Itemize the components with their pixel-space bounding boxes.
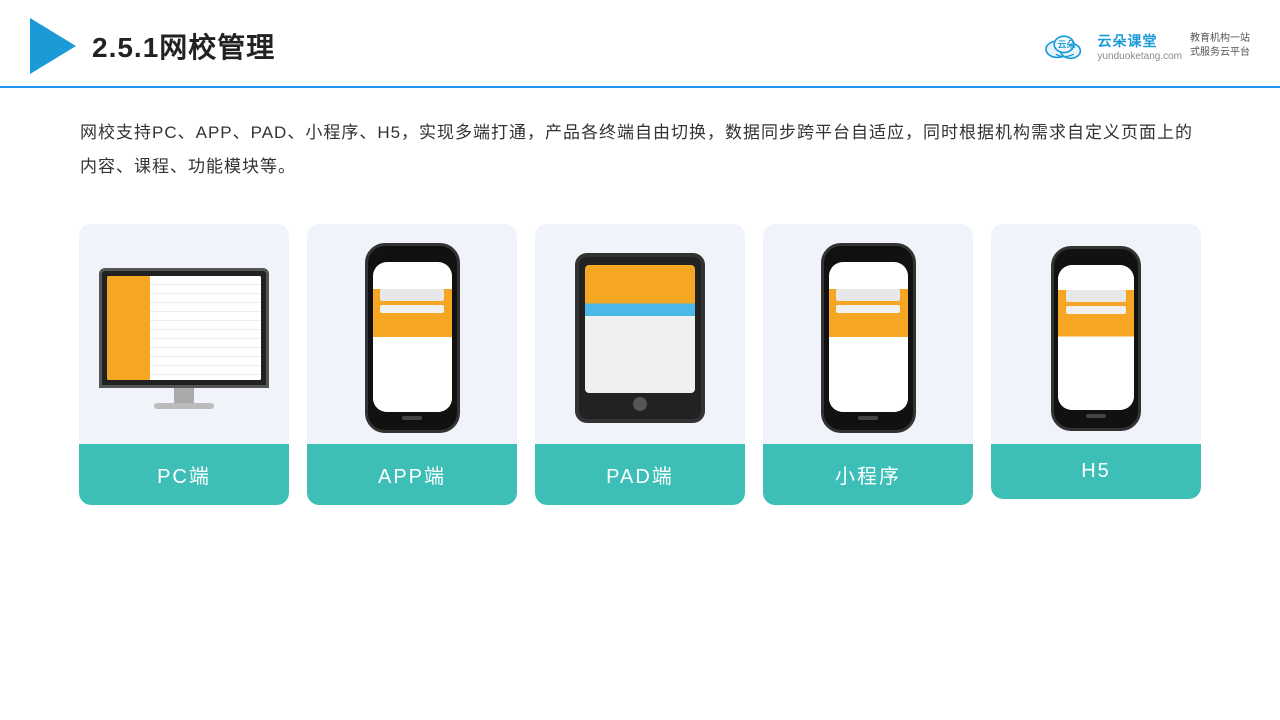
brand-url: yunduoketang.com — [1097, 51, 1182, 62]
brand-name: 云朵课堂 — [1097, 31, 1157, 51]
tablet-mockup — [575, 253, 705, 423]
pc-image-area — [79, 224, 289, 444]
device-cards-container: PC端 APP端 PAD端 — [0, 194, 1280, 525]
device-card-h5: H5 — [991, 224, 1201, 499]
device-card-pc: PC端 — [79, 224, 289, 505]
cloud-logo-icon: 云朵 — [1039, 28, 1089, 64]
device-card-app: APP端 — [307, 224, 517, 505]
monitor-screen-inner — [107, 276, 261, 380]
header-left: 2.5.1网校管理 — [30, 18, 275, 74]
description-text: 网校支持PC、APP、PAD、小程序、H5，实现多端打通，产品各终端自由切换，数… — [0, 88, 1280, 194]
pad-image-area — [535, 224, 745, 444]
phone-notch — [397, 252, 427, 260]
tablet-home-button — [633, 397, 647, 411]
phone-home-bar-3 — [1086, 414, 1106, 418]
monitor-screen-content — [107, 276, 261, 380]
tablet-screen — [585, 265, 695, 393]
app-phone-screen — [373, 262, 452, 412]
phone-home-bar-2 — [858, 416, 878, 420]
h5-screen-content — [1058, 290, 1134, 409]
miniprogram-label: 小程序 — [763, 444, 973, 505]
miniprogram-screen — [829, 262, 908, 412]
h5-image-area — [991, 224, 1201, 444]
app-screen-content — [373, 289, 452, 412]
app-image-area — [307, 224, 517, 444]
logo-triangle-icon — [30, 18, 76, 74]
device-card-pad: PAD端 — [535, 224, 745, 505]
page-title: 2.5.1网校管理 — [92, 26, 275, 66]
h5-label: H5 — [991, 444, 1201, 499]
pad-label: PAD端 — [535, 444, 745, 505]
app-phone-mockup — [365, 243, 460, 433]
brand-logo: 云朵 云朵课堂 yunduoketang.com 教育机构一站 式服务云平台 — [1039, 28, 1250, 64]
miniprogram-phone-mockup — [821, 243, 916, 433]
tablet-screen-content — [585, 265, 695, 393]
monitor-neck — [174, 388, 194, 403]
miniprogram-image-area — [763, 224, 973, 444]
pc-label: PC端 — [79, 444, 289, 505]
phone-home-bar — [402, 416, 422, 420]
h5-phone-mockup — [1051, 246, 1141, 431]
brand-text: 云朵课堂 yunduoketang.com — [1097, 31, 1182, 62]
page-header: 2.5.1网校管理 云朵 云朵课堂 yunduoketang.com 教育机构一… — [0, 0, 1280, 88]
phone-notch-2 — [853, 252, 883, 260]
device-card-miniprogram: 小程序 — [763, 224, 973, 505]
app-label: APP端 — [307, 444, 517, 505]
pc-monitor-mockup — [99, 268, 269, 409]
brand-slogan: 教育机构一站 式服务云平台 — [1190, 32, 1250, 60]
h5-screen — [1058, 265, 1134, 410]
svg-text:云朵: 云朵 — [1058, 40, 1077, 50]
monitor-base — [154, 403, 214, 409]
miniprogram-screen-content — [829, 289, 908, 412]
phone-notch-3 — [1081, 255, 1111, 263]
monitor-screen-outer — [99, 268, 269, 388]
